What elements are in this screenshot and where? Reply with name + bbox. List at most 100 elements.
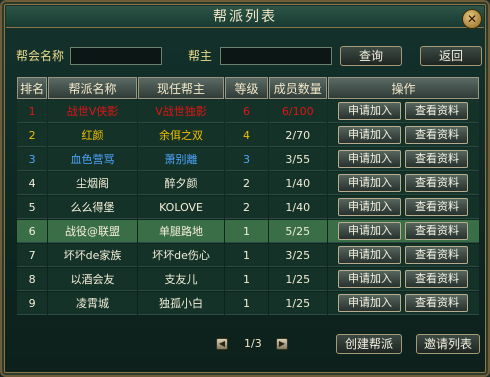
view-info-button[interactable]: 查看资料 xyxy=(405,246,469,264)
join-button[interactable]: 申请加入 xyxy=(338,174,402,192)
level-cell: 4 xyxy=(225,124,268,147)
ops-cell: 申请加入 查看资料 xyxy=(327,124,479,147)
join-button[interactable]: 申请加入 xyxy=(338,222,402,240)
guild-name-cell: 么么得堡 xyxy=(48,196,137,219)
join-button[interactable]: 申请加入 xyxy=(338,270,402,288)
view-info-button[interactable]: 查看资料 xyxy=(405,198,469,216)
members-cell: 2/70 xyxy=(268,124,327,147)
view-info-button[interactable]: 查看资料 xyxy=(405,222,469,240)
window-title: 帮派列表 xyxy=(213,9,277,25)
invite-list-button[interactable]: 邀请列表 xyxy=(416,334,480,354)
rank-cell: 7 xyxy=(17,244,48,267)
leader-cell: 醉夕颜 xyxy=(137,172,225,195)
col-name: 帮派名称 xyxy=(48,77,137,99)
ops-cell: 申请加入 查看资料 xyxy=(327,292,479,315)
level-cell: 1 xyxy=(225,292,268,315)
members-cell: 6/100 xyxy=(268,100,327,123)
page-indicator: 1/3 xyxy=(244,337,262,350)
join-button[interactable]: 申请加入 xyxy=(338,294,402,312)
guild-name-field[interactable] xyxy=(70,47,162,65)
guild-name-label: 帮会名称 xyxy=(16,49,65,63)
guild-name-cell: 战世V侠影 xyxy=(48,100,137,123)
rank-cell: 5 xyxy=(17,196,48,219)
guild-name-cell: 红颜 xyxy=(48,124,137,147)
join-button[interactable]: 申请加入 xyxy=(338,126,402,144)
prev-page-icon[interactable]: ◀ xyxy=(216,338,228,350)
query-button[interactable]: 查询 xyxy=(340,46,402,66)
view-info-button[interactable]: 查看资料 xyxy=(405,294,469,312)
table-row[interactable]: 9 凌霄城 独孤小白 1 1/25 申请加入 查看资料 xyxy=(17,292,479,315)
table-row[interactable]: 1 战世V侠影 V战世独影 6 6/100 申请加入 查看资料 xyxy=(17,100,479,123)
level-cell: 1 xyxy=(225,244,268,267)
rank-cell: 1 xyxy=(17,100,48,123)
col-rank: 排名 xyxy=(17,77,48,99)
close-icon[interactable]: ✕ xyxy=(462,9,482,29)
rank-cell: 9 xyxy=(17,292,48,315)
next-page-icon[interactable]: ▶ xyxy=(276,338,288,350)
table-row[interactable]: 8 以酒会友 支友儿 1 1/25 申请加入 查看资料 xyxy=(17,268,479,291)
rank-cell: 3 xyxy=(17,148,48,171)
level-cell: 2 xyxy=(225,172,268,195)
guild-name-cell: 血色营骂 xyxy=(48,148,137,171)
leader-field[interactable] xyxy=(220,47,332,65)
join-button[interactable]: 申请加入 xyxy=(338,198,402,216)
guild-name-cell: 以酒会友 xyxy=(48,268,137,291)
view-info-button[interactable]: 查看资料 xyxy=(405,126,469,144)
table-row[interactable]: 4 尘烟阁 醉夕颜 2 1/40 申请加入 查看资料 xyxy=(17,172,479,195)
members-cell: 5/25 xyxy=(268,220,327,243)
leader-cell: 独孤小白 xyxy=(137,292,225,315)
title-bar: 帮派列表 ✕ xyxy=(6,6,484,29)
table-row[interactable]: 5 么么得堡 KOLOVE 2 1/40 申请加入 查看资料 xyxy=(17,196,479,219)
level-cell: 1 xyxy=(225,220,268,243)
col-level: 等级 xyxy=(225,77,268,99)
guild-list-window: 帮派列表 ✕ 帮会名称 帮主 查询 返回 排名 帮派名称 现任帮主 等级 成员数… xyxy=(0,0,490,377)
join-button[interactable]: 申请加入 xyxy=(338,150,402,168)
level-cell: 1 xyxy=(225,268,268,291)
level-cell: 3 xyxy=(225,148,268,171)
rank-cell: 8 xyxy=(17,268,48,291)
leader-cell: 单腿路地 xyxy=(137,220,225,243)
leader-cell: 坏坏de伤心 xyxy=(137,244,225,267)
view-info-button[interactable]: 查看资料 xyxy=(405,102,469,120)
table-row[interactable]: 7 坏坏de家族 坏坏de伤心 1 3/25 申请加入 查看资料 xyxy=(17,244,479,267)
rank-cell: 6 xyxy=(17,220,48,243)
leader-cell: 支友儿 xyxy=(137,268,225,291)
guild-name-cell: 尘烟阁 xyxy=(48,172,137,195)
rank-cell: 4 xyxy=(17,172,48,195)
table-row[interactable]: 6 战役@联盟 单腿路地 1 5/25 申请加入 查看资料 xyxy=(17,220,479,243)
view-info-button[interactable]: 查看资料 xyxy=(405,150,469,168)
leader-cell: KOLOVE xyxy=(137,196,225,219)
ops-cell: 申请加入 查看资料 xyxy=(327,220,479,243)
guild-table: 排名 帮派名称 现任帮主 等级 成员数量 操作 1 战世V侠影 V战世独影 6 6/10… xyxy=(16,76,480,316)
create-guild-button[interactable]: 创建帮派 xyxy=(336,334,402,354)
table-row[interactable]: 3 血色营骂 萧别離 3 3/55 申请加入 查看资料 xyxy=(17,148,479,171)
ops-cell: 申请加入 查看资料 xyxy=(327,148,479,171)
leader-cell: 萧别離 xyxy=(137,148,225,171)
level-cell: 6 xyxy=(225,100,268,123)
view-info-button[interactable]: 查看资料 xyxy=(405,270,469,288)
members-cell: 3/55 xyxy=(268,148,327,171)
ops-cell: 申请加入 查看资料 xyxy=(327,100,479,123)
col-leader: 现任帮主 xyxy=(137,77,225,99)
ops-cell: 申请加入 查看资料 xyxy=(327,196,479,219)
members-cell: 3/25 xyxy=(268,244,327,267)
table-body: 1 战世V侠影 V战世独影 6 6/100 申请加入 查看资料 2 红颜 余佴之双 4 2/70 申请加… xyxy=(17,100,479,315)
col-members: 成员数量 xyxy=(268,77,327,99)
ops-cell: 申请加入 查看资料 xyxy=(327,268,479,291)
join-button[interactable]: 申请加入 xyxy=(338,102,402,120)
table-row[interactable]: 2 红颜 余佴之双 4 2/70 申请加入 查看资料 xyxy=(17,124,479,147)
members-cell: 1/40 xyxy=(268,172,327,195)
rank-cell: 2 xyxy=(17,124,48,147)
join-button[interactable]: 申请加入 xyxy=(338,246,402,264)
members-cell: 1/25 xyxy=(268,292,327,315)
leader-label: 帮主 xyxy=(188,49,213,63)
ops-cell: 申请加入 查看资料 xyxy=(327,244,479,267)
view-info-button[interactable]: 查看资料 xyxy=(405,174,469,192)
members-cell: 1/40 xyxy=(268,196,327,219)
leader-cell: V战世独影 xyxy=(137,100,225,123)
ops-cell: 申请加入 查看资料 xyxy=(327,172,479,195)
guild-name-cell: 战役@联盟 xyxy=(48,220,137,243)
leader-cell: 余佴之双 xyxy=(137,124,225,147)
back-button[interactable]: 返回 xyxy=(420,46,482,66)
col-ops: 操作 xyxy=(327,77,479,99)
